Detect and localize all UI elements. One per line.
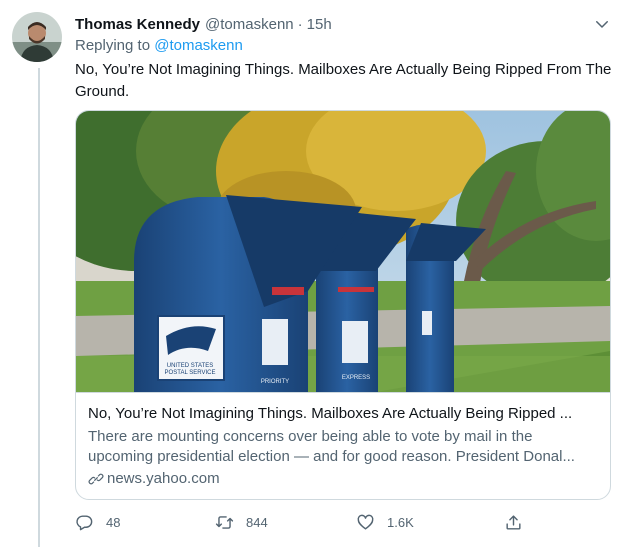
card-description-line-1: There are mounting concerns over being a… <box>88 428 533 445</box>
replying-to: Replying to @tomaskenn <box>75 37 243 54</box>
tweet-text: No, You’re Not Imagining Things. Mailbox… <box>75 61 612 100</box>
mailbox-express: EXPRESS <box>342 375 370 381</box>
card-description: There are mounting concerns over being a… <box>88 427 598 467</box>
tweet-header: Thomas Kennedy @tomaskenn · 15h <box>75 13 613 35</box>
tweet-actions: 48 844 1.6K <box>75 508 535 536</box>
tweet-time[interactable]: 15h <box>307 16 332 33</box>
reply-count: 48 <box>106 514 121 530</box>
mailbox-label-2: POSTAL SERVICE <box>165 370 216 376</box>
card-domain-text: news.yahoo.com <box>107 470 220 487</box>
thread-line <box>38 68 40 547</box>
card-domain: news.yahoo.com <box>88 470 598 487</box>
replying-prefix: Replying to <box>75 37 151 54</box>
mailboxes-photo: UNITED STATES POSTAL SERVICE PRIORITY EX… <box>76 111 610 392</box>
card-description-line-2: upcoming presidential election — and for… <box>88 448 575 465</box>
more-options-button[interactable] <box>591 13 613 35</box>
avatar-image <box>12 12 62 62</box>
like-count: 1.6K <box>387 514 414 530</box>
chevron-down-icon <box>596 21 608 28</box>
card-image: UNITED STATES POSTAL SERVICE PRIORITY EX… <box>76 111 610 392</box>
retweet-button[interactable]: 844 <box>215 508 268 536</box>
mailbox-label-1: UNITED STATES <box>167 363 213 369</box>
card-title: No, You’re Not Imagining Things. Mailbox… <box>88 405 573 422</box>
like-icon <box>357 514 374 530</box>
share-icon <box>506 514 521 530</box>
retweet-icon <box>215 515 234 529</box>
link-icon <box>88 473 104 484</box>
like-button[interactable]: 1.6K <box>356 508 414 536</box>
mailbox-priority: PRIORITY <box>261 379 289 385</box>
author-handle[interactable]: @tomaskenn <box>205 16 294 33</box>
retweet-count: 844 <box>246 514 268 530</box>
reply-button[interactable]: 48 <box>75 508 120 536</box>
replying-mention[interactable]: @tomaskenn <box>154 37 243 54</box>
separator-dot: · <box>297 15 303 33</box>
share-button[interactable] <box>504 508 523 536</box>
avatar[interactable] <box>12 12 62 62</box>
card-body: No, You’re Not Imagining Things. Mailbox… <box>76 392 610 499</box>
link-card[interactable]: UNITED STATES POSTAL SERVICE PRIORITY EX… <box>75 110 611 500</box>
author-name[interactable]: Thomas Kennedy <box>75 16 200 33</box>
reply-icon <box>76 514 93 530</box>
